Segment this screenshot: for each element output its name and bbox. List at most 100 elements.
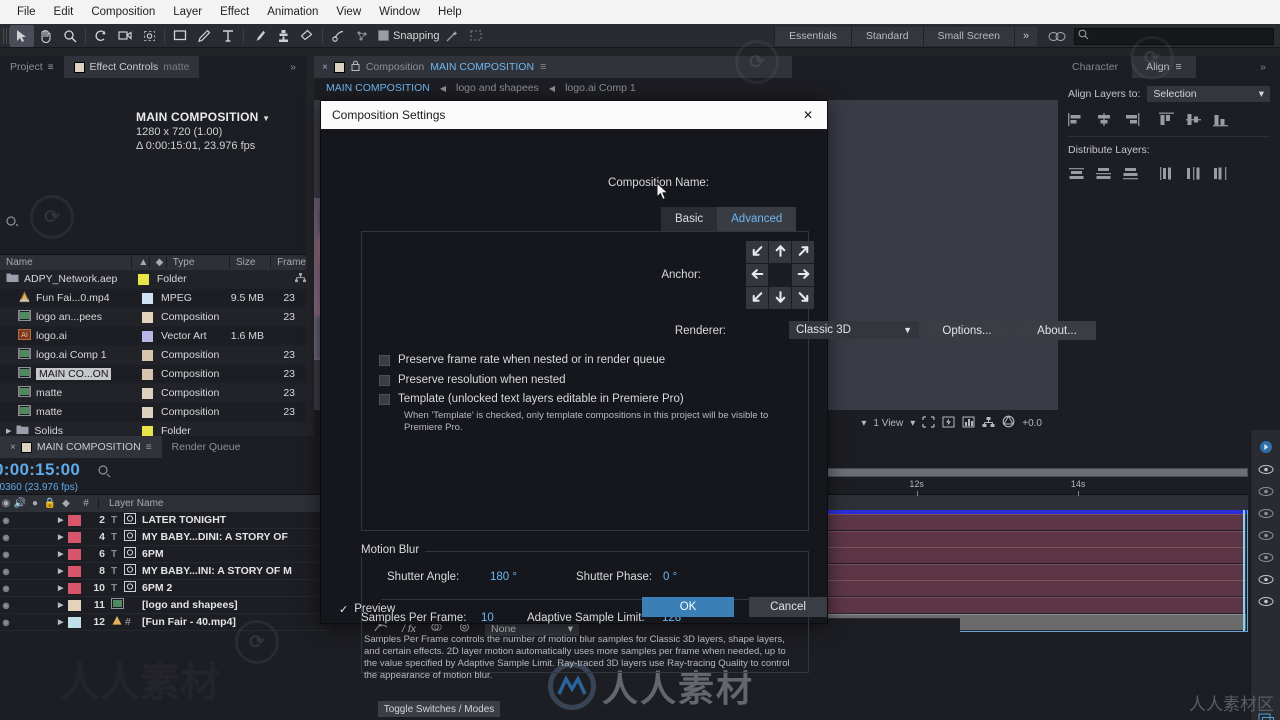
comp-flowchart-icon[interactable]	[982, 416, 995, 431]
menu-item-file[interactable]: File	[8, 0, 45, 24]
template-checkbox[interactable]	[379, 393, 390, 405]
panel-menu-icon[interactable]: ≡	[1175, 61, 1181, 73]
breadcrumb-item[interactable]: MAIN COMPOSITION	[326, 82, 430, 94]
rotation-tool[interactable]	[89, 25, 113, 47]
layer-switch-icon[interactable]	[124, 530, 138, 544]
lock-toggle-icon[interactable]: 🔒	[42, 498, 58, 509]
column-label-icon[interactable]: ◆	[148, 257, 166, 268]
layer-name[interactable]: [logo and shapees]	[138, 599, 238, 611]
video-toggle-icon[interactable]: ◉	[0, 498, 12, 509]
renderer-options-button[interactable]: Options...	[928, 321, 1006, 340]
project-item-row[interactable]: logo.ai Comp 1 Composition 23	[0, 346, 306, 365]
exposure-icon[interactable]	[1002, 415, 1015, 431]
layer-label-swatch[interactable]	[68, 514, 81, 526]
anchor-cell-8[interactable]	[792, 287, 814, 309]
menu-item-window[interactable]: Window	[370, 0, 429, 24]
search-input[interactable]	[1074, 27, 1274, 45]
pan-behind-tool[interactable]	[137, 25, 161, 47]
audio-toggle-icon[interactable]: 🔊	[12, 498, 28, 509]
cancel-button[interactable]: Cancel	[749, 597, 827, 617]
panel-more-icon[interactable]: »	[1246, 56, 1280, 78]
align-left-icon[interactable]	[1068, 112, 1086, 127]
workspace-standard[interactable]: Standard	[851, 26, 924, 46]
solo-toggle-icon[interactable]: ●	[28, 498, 42, 509]
hand-tool[interactable]	[34, 25, 58, 47]
preserve-resolution-checkbox[interactable]	[379, 374, 390, 386]
layer-video-toggle[interactable]: ◉	[0, 584, 12, 593]
anchor-cell-2[interactable]	[792, 241, 814, 263]
label-color-swatch[interactable]	[142, 406, 153, 418]
camera-tool[interactable]	[113, 25, 137, 47]
panel-tab-align[interactable]: Align ≡	[1132, 56, 1196, 78]
column-type[interactable]: Type	[165, 257, 229, 268]
playhead[interactable]	[1243, 510, 1245, 631]
project-item-row[interactable]: Fun Fai...0.mp4 MPEG 9.5 MB 23	[0, 289, 306, 308]
toolbar-grip[interactable]	[3, 27, 10, 44]
layer-label-swatch[interactable]	[68, 616, 81, 628]
timeline-search-icon[interactable]	[97, 464, 113, 481]
layer-video-toggle[interactable]: ◉	[0, 550, 12, 559]
dialog-tab-basic[interactable]: Basic	[661, 207, 718, 231]
breadcrumb-item[interactable]: logo and shapees	[456, 82, 539, 94]
layer-video-toggle[interactable]: ◉	[0, 601, 12, 610]
column-sort-icon[interactable]: ▲	[131, 257, 148, 268]
composition-tab[interactable]: × Composition MAIN COMPOSITION ≡	[314, 56, 792, 78]
panel-tab-character[interactable]: Character	[1058, 56, 1132, 78]
type-tool[interactable]	[216, 25, 240, 47]
project-item-row[interactable]: matte Composition 23	[0, 403, 306, 422]
breadcrumb-item[interactable]: logo.ai Comp 1	[565, 82, 636, 94]
align-center-vertical-icon[interactable]	[1185, 112, 1203, 127]
label-color-swatch[interactable]	[142, 425, 153, 437]
brush-tool[interactable]	[247, 25, 271, 47]
label-color-swatch[interactable]	[142, 311, 153, 323]
chevron-down-icon[interactable]: ▼	[262, 114, 270, 123]
panel-menu-icon[interactable]: ≡	[540, 61, 546, 73]
distribute-top-icon[interactable]	[1068, 166, 1086, 181]
snapping-control[interactable]: Snapping	[378, 30, 440, 42]
anchor-cell-7[interactable]	[769, 287, 791, 309]
eraser-tool[interactable]	[295, 25, 319, 47]
layer-switch-icon[interactable]	[124, 564, 138, 578]
panel-menu-icon[interactable]: ≡	[146, 442, 152, 453]
layer-disclosure-icon[interactable]: ▶	[58, 550, 68, 558]
menu-item-edit[interactable]: Edit	[45, 0, 83, 24]
mask-selection-icon[interactable]	[464, 25, 488, 47]
layer-disclosure-icon[interactable]: ▶	[58, 567, 68, 575]
layer-disclosure-icon[interactable]: ▶	[58, 516, 68, 524]
layer-disclosure-icon[interactable]: ▶	[58, 601, 68, 609]
timeline-tab-render-queue[interactable]: Render Queue	[162, 436, 251, 458]
menu-item-animation[interactable]: Animation	[258, 0, 327, 24]
layer-video-toggle[interactable]: ◉	[0, 618, 12, 627]
align-right-icon[interactable]	[1122, 112, 1140, 127]
layer-name-column[interactable]: Layer Name	[98, 498, 163, 509]
layer-video-toggle[interactable]: ◉	[0, 533, 12, 542]
label-color-swatch[interactable]	[137, 273, 149, 285]
close-icon[interactable]: ×	[10, 442, 16, 453]
align-center-horizontal-icon[interactable]	[1095, 112, 1113, 127]
distribute-left-icon[interactable]	[1158, 166, 1176, 181]
magic-wand-icon[interactable]	[440, 25, 464, 47]
distribute-vertical-center-icon[interactable]	[1095, 166, 1113, 181]
project-item-row[interactable]: logo an...pees Composition 23	[0, 308, 306, 327]
clone-stamp-tool[interactable]	[271, 25, 295, 47]
close-icon[interactable]: ✕	[797, 104, 819, 126]
eye-icon-7[interactable]	[1251, 590, 1280, 612]
layer-number-column[interactable]: #	[74, 498, 98, 509]
eye-icon-5[interactable]	[1251, 546, 1280, 568]
label-column-icon[interactable]: ◆	[58, 498, 74, 509]
align-bottom-icon[interactable]	[1212, 112, 1230, 127]
anchor-cell-6[interactable]	[746, 287, 768, 309]
project-item-row[interactable]: Ai logo.ai Vector Art 1.6 MB	[0, 327, 306, 346]
preserve-frame-rate-checkbox[interactable]	[379, 354, 390, 366]
project-item-row[interactable]: ADPY_Network.aep Folder	[0, 270, 306, 289]
layers-stack-icon[interactable]	[1251, 710, 1280, 720]
distribute-horizontal-center-icon[interactable]	[1185, 166, 1203, 181]
exposure-value[interactable]: +0.0	[1022, 418, 1042, 429]
distribute-right-icon[interactable]	[1212, 166, 1230, 181]
renderer-about-button[interactable]: About...	[1018, 321, 1096, 340]
project-bin-icon[interactable]	[5, 215, 21, 232]
column-name[interactable]: Name	[0, 257, 131, 268]
workspace-sync-icon[interactable]	[1044, 27, 1070, 46]
shutter-phase-value[interactable]: 0 °	[663, 571, 677, 583]
dialog-tab-advanced[interactable]: Advanced	[717, 207, 797, 231]
